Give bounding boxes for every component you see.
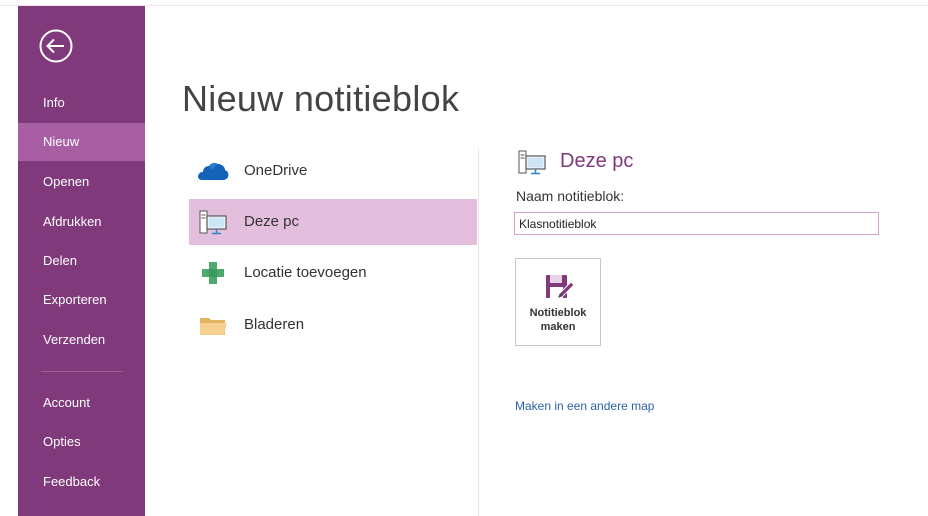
folder-icon bbox=[200, 318, 227, 335]
computer-icon bbox=[518, 150, 546, 175]
nav-item-verzenden[interactable]: Verzenden bbox=[18, 321, 145, 359]
notebook-name-input[interactable] bbox=[514, 212, 879, 235]
onedrive-cloud-icon bbox=[198, 162, 229, 180]
location-label: Locatie toevoegen bbox=[244, 264, 367, 281]
sidebar-divider bbox=[41, 371, 123, 372]
back-arrow-circle-icon bbox=[39, 29, 73, 63]
location-add[interactable]: Locatie toevoegen bbox=[189, 250, 477, 296]
save-notebook-icon bbox=[546, 275, 575, 299]
notebook-name-label: Naam notitieblok: bbox=[516, 188, 625, 204]
backstage-view: Info Nieuw Openen Afdrukken Delen Export… bbox=[0, 0, 928, 516]
location-onedrive[interactable]: OneDrive bbox=[189, 148, 477, 194]
create-label-line1: Notitieblok bbox=[529, 307, 587, 319]
other-folder-link[interactable]: Maken in een andere map bbox=[515, 399, 654, 413]
location-label: Bladeren bbox=[244, 316, 305, 333]
create-label-line2: maken bbox=[540, 321, 576, 333]
nav-item-delen[interactable]: Delen bbox=[18, 242, 145, 280]
nav-item-afdrukken[interactable]: Afdrukken bbox=[18, 203, 145, 241]
location-browse[interactable]: Bladeren bbox=[189, 302, 477, 348]
back-button[interactable] bbox=[38, 28, 74, 64]
nav-item-nieuw[interactable]: Nieuw bbox=[18, 123, 145, 161]
nav-item-feedback[interactable]: Feedback bbox=[18, 463, 145, 501]
panel-title: Deze pc bbox=[560, 150, 634, 172]
nav-item-exporteren[interactable]: Exporteren bbox=[18, 281, 145, 319]
plus-icon bbox=[202, 262, 224, 284]
backstage-sidebar: Info Nieuw Openen Afdrukken Delen Export… bbox=[18, 6, 145, 516]
nav-item-info[interactable]: Info bbox=[18, 84, 145, 122]
create-notebook-button[interactable]: Notitieblok maken bbox=[515, 258, 601, 346]
nav-item-opties[interactable]: Opties bbox=[18, 423, 145, 461]
location-label: Deze pc bbox=[244, 213, 300, 230]
location-deze-pc[interactable]: Deze pc bbox=[189, 199, 477, 245]
panel-divider bbox=[478, 148, 479, 516]
nav-item-account[interactable]: Account bbox=[18, 384, 145, 422]
computer-icon bbox=[199, 210, 227, 235]
nav-item-openen[interactable]: Openen bbox=[18, 163, 145, 201]
create-notebook-label: Notitieblok maken bbox=[516, 306, 600, 334]
location-label: OneDrive bbox=[244, 162, 308, 179]
page-title: Nieuw notitieblok bbox=[182, 78, 460, 119]
